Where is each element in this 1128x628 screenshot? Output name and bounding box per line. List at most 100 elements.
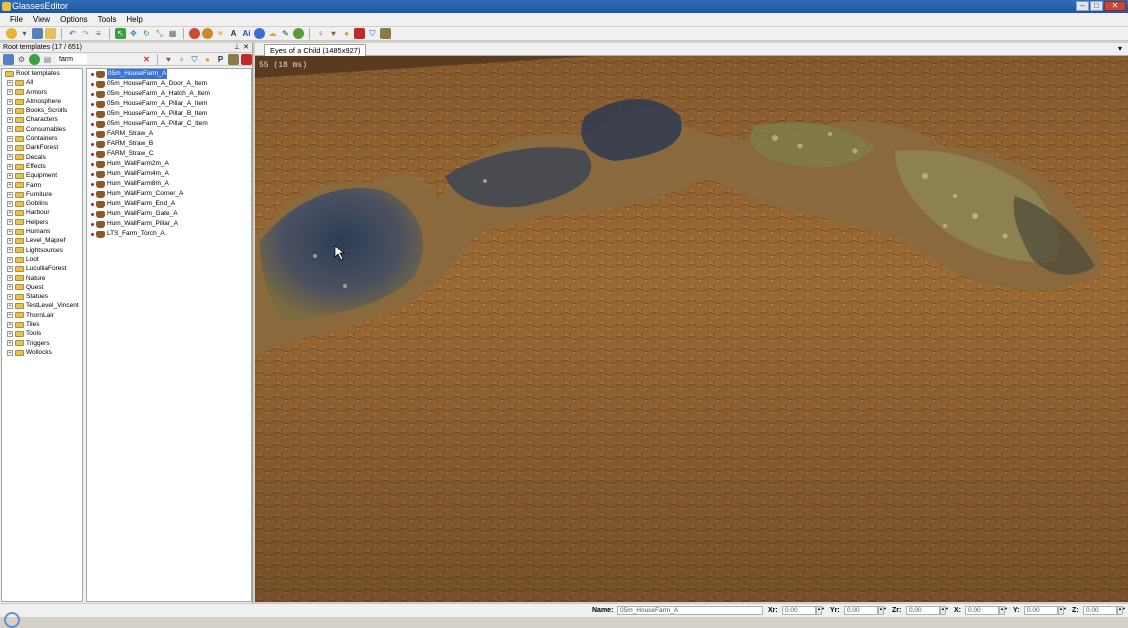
tab-eyes-of-a-child[interactable]: Eyes of a Child (1485x927) (264, 44, 367, 56)
tree-item[interactable]: + Tiles (2, 320, 82, 329)
tree-item[interactable]: + Books_Scrolls (2, 106, 82, 115)
z-spinner[interactable]: ▲▼ (1117, 606, 1126, 615)
settings-icon[interactable]: ⚙ (16, 54, 27, 65)
expand-icon[interactable]: + (7, 98, 13, 105)
tree-item[interactable]: + Statues (2, 292, 82, 301)
maximize-button[interactable]: □ (1090, 1, 1103, 11)
tree-item[interactable]: + Furniture (2, 190, 82, 199)
tree-item[interactable]: + Characters (2, 115, 82, 124)
open-dropdown-icon[interactable]: ▾ (19, 28, 30, 39)
tree-item[interactable]: + Harbour (2, 208, 82, 217)
globe-icon[interactable] (254, 28, 265, 39)
expand-icon[interactable]: + (7, 191, 13, 198)
y-spinner[interactable]: ▲▼ (1058, 606, 1067, 615)
template-list-item[interactable]: 05m_HouseFarm_A_Pillar_B_Item (87, 109, 251, 119)
expand-icon[interactable]: + (7, 200, 13, 207)
character-icon[interactable]: ♀ (315, 28, 326, 39)
refresh-icon[interactable] (29, 53, 40, 65)
tree-root[interactable]: Root templates (2, 69, 82, 78)
light-icon[interactable]: ☀ (215, 28, 226, 39)
pin-icon[interactable]: ⊥ (234, 43, 240, 53)
template-list-item[interactable]: FARM_Straw_B (87, 139, 251, 149)
tree-item[interactable]: + Goblins (2, 199, 82, 208)
rotate-tool-icon[interactable]: ↻ (141, 28, 152, 39)
name-field[interactable]: 05m_HouseFarm_A (617, 606, 763, 615)
expand-icon[interactable]: + (7, 275, 13, 282)
tree-item[interactable]: + LuculliaForest (2, 264, 82, 273)
ai-icon[interactable]: Ai (241, 28, 252, 39)
expand-icon[interactable]: + (7, 163, 13, 170)
expand-icon[interactable]: + (7, 182, 13, 189)
tree-item[interactable]: + All (2, 78, 82, 87)
expand-icon[interactable]: + (7, 135, 13, 142)
save-icon[interactable] (32, 28, 43, 39)
move-tool-icon[interactable]: ✥ (128, 28, 139, 39)
expand-icon[interactable]: + (7, 117, 13, 124)
template-list-item[interactable]: Hum_WallFarm_Pillar_A (87, 219, 251, 229)
tree-item[interactable]: + Equipment (2, 171, 82, 180)
select-tool-icon[interactable]: ↖ (115, 28, 126, 39)
template-list-item[interactable]: Hum_WallFarm_Gate_A (87, 209, 251, 219)
prefab-filter-icon[interactable]: P (215, 54, 226, 65)
template-list-item[interactable]: LTS_Farm_Torch_A (87, 229, 251, 239)
shield-filter-icon[interactable]: ⛉ (189, 54, 200, 65)
template-list-item[interactable]: Hum_WallFarm8m_A (87, 179, 251, 189)
undo-icon[interactable]: ↶ (67, 28, 78, 39)
paint-icon[interactable] (189, 28, 200, 39)
menu-file[interactable]: File (5, 13, 28, 26)
x-spinner[interactable]: ▲▼ (999, 606, 1008, 615)
weather-icon[interactable]: ☁ (267, 28, 278, 39)
tree-item[interactable]: + Quest (2, 283, 82, 292)
template-search-input[interactable] (57, 54, 87, 64)
zr-spinner[interactable]: ▲▼ (940, 606, 949, 615)
menu-help[interactable]: Help (121, 13, 147, 26)
tree-item[interactable]: + Tools (2, 329, 82, 338)
expand-icon[interactable]: + (7, 256, 13, 263)
folder-icon[interactable] (45, 28, 56, 39)
expand-icon[interactable]: + (7, 228, 13, 235)
scale-tool-icon[interactable]: ⤡ (154, 28, 165, 39)
item-icon[interactable]: ♥ (328, 28, 339, 39)
tab-dropdown-icon[interactable]: ▾ (1118, 44, 1122, 53)
texture-icon[interactable]: A (228, 28, 239, 39)
clear-search-icon[interactable]: ✕ (141, 54, 152, 65)
trigger-filter-icon[interactable] (241, 53, 252, 65)
minimize-button[interactable]: – (1076, 1, 1089, 11)
expand-icon[interactable]: + (7, 219, 13, 226)
redo-icon[interactable]: ↷ (80, 28, 91, 39)
tree-item[interactable]: + Armors (2, 88, 82, 97)
expand-icon[interactable]: + (7, 293, 13, 300)
expand-icon[interactable]: + (7, 247, 13, 254)
expand-icon[interactable]: + (7, 172, 13, 179)
zr-field[interactable]: 0.00 (906, 606, 940, 615)
expand-icon[interactable]: + (7, 349, 13, 356)
tree-item[interactable]: + Nature (2, 274, 82, 283)
menu-options[interactable]: Options (55, 13, 93, 26)
template-list-item[interactable]: Hum_WallFarm_Corner_A (87, 189, 251, 199)
yr-field[interactable]: 0.00 (844, 606, 878, 615)
template-list-item[interactable]: 05m_HouseFarm_A_Hatch_A_Item (87, 89, 251, 99)
tree-item[interactable]: + Level_Mapref (2, 236, 82, 245)
tree-item[interactable]: + Farm (2, 181, 82, 190)
tree-item[interactable]: + Lightsources (2, 246, 82, 255)
expand-icon[interactable]: + (7, 330, 13, 337)
tree-item[interactable]: + Loot (2, 255, 82, 264)
expand-icon[interactable]: + (7, 154, 13, 161)
expand-icon[interactable]: + (7, 303, 13, 310)
tree-item[interactable]: + Consumables (2, 125, 82, 134)
expand-icon[interactable]: + (7, 321, 13, 328)
trigger-icon[interactable] (354, 28, 365, 39)
light-filter-icon[interactable]: ● (202, 54, 213, 65)
expand-icon[interactable]: + (7, 312, 13, 319)
tree-item[interactable]: + Triggers (2, 339, 82, 348)
terrain-icon[interactable] (202, 28, 213, 39)
tree-item[interactable]: + ThornLair (2, 311, 82, 320)
template-list-item[interactable]: Hum_WallFarm4m_A (87, 169, 251, 179)
tree-item[interactable]: + Containers (2, 134, 82, 143)
tree-item[interactable]: + Effects (2, 162, 82, 171)
z-field[interactable]: 0.00 (1083, 606, 1117, 615)
filter-icon[interactable]: ▤ (42, 54, 53, 65)
shield-icon[interactable]: ⛉ (367, 28, 378, 39)
template-list-item[interactable]: FARM_Straw_C (87, 149, 251, 159)
template-list-item[interactable]: 05m_HouseFarm_A (87, 69, 251, 79)
